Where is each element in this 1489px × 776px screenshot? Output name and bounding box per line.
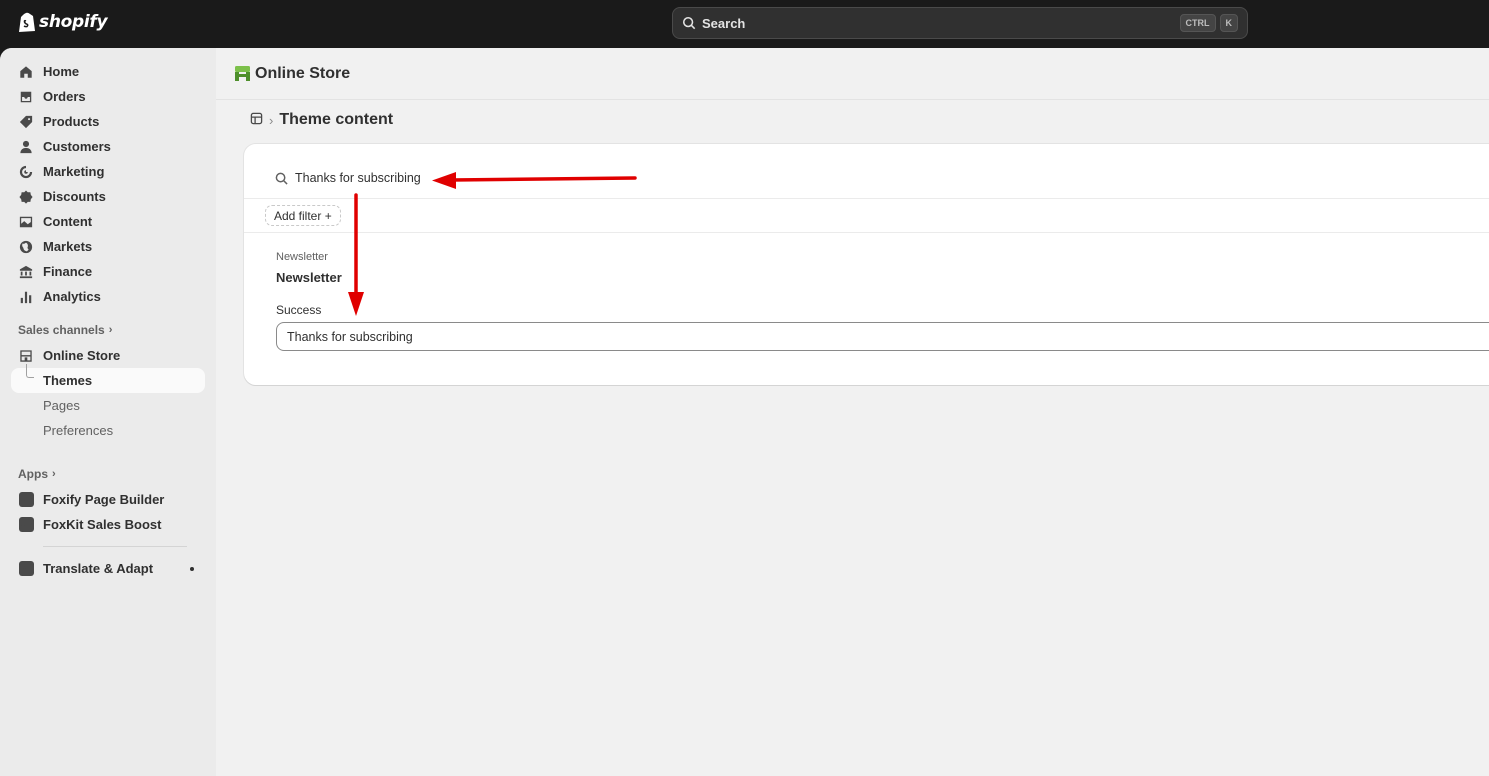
main-content: Online Store › Theme content Thanks for … — [216, 48, 1489, 776]
sidebar-item-marketing[interactable]: Marketing — [0, 159, 216, 184]
sidebar: Home Orders Products Customers Marketing… — [0, 48, 216, 776]
sidebar-item-label: Markets — [43, 239, 93, 254]
chevron-right-icon: › — [52, 468, 56, 480]
section-group-label: Newsletter — [276, 251, 328, 263]
apps-label: Apps — [18, 467, 48, 481]
sidebar-item-home[interactable]: Home — [0, 59, 216, 84]
top-bar: shopify Search CTRL K — [0, 0, 1489, 48]
sidebar-item-discounts[interactable]: Discounts — [0, 184, 216, 209]
content-search-value: Thanks for subscribing — [295, 171, 421, 185]
sidebar-item-customers[interactable]: Customers — [0, 134, 216, 159]
sidebar-subitem-label: Themes — [43, 373, 93, 388]
sidebar-item-finance[interactable]: Finance — [0, 259, 216, 284]
bar-chart-icon — [18, 289, 34, 305]
sidebar-subitem-label: Preferences — [43, 423, 114, 438]
bank-icon — [18, 264, 34, 280]
app-icon — [18, 492, 34, 508]
shopify-logo[interactable]: shopify — [18, 11, 108, 33]
tag-icon — [18, 114, 34, 130]
admin-shell: Home Orders Products Customers Marketing… — [0, 48, 1489, 776]
sidebar-app-foxkit[interactable]: FoxKit Sales Boost — [0, 512, 216, 537]
sidebar-app-translate-adapt[interactable]: Translate & Adapt — [0, 556, 216, 581]
sidebar-item-products[interactable]: Products — [0, 109, 216, 134]
search-icon — [275, 172, 288, 185]
search-placeholder: Search — [702, 15, 746, 31]
shortcut-keys: CTRL K — [1179, 14, 1238, 32]
sidebar-item-label: Analytics — [43, 289, 101, 304]
sidebar-item-label: Customers — [43, 139, 111, 154]
translate-icon — [18, 561, 34, 577]
storefront-icon — [18, 348, 34, 364]
globe-icon — [18, 239, 34, 255]
shortcut-key-ctrl: CTRL — [1179, 14, 1216, 32]
tree-connector — [26, 364, 34, 378]
app-label: Translate & Adapt — [43, 561, 154, 576]
global-search-bar[interactable]: Search CTRL K — [672, 7, 1248, 39]
target-icon — [18, 164, 34, 180]
success-text-input[interactable] — [276, 322, 1489, 351]
sidebar-item-label: Discounts — [43, 189, 106, 204]
filter-row: Add filter + — [244, 199, 1489, 233]
sidebar-item-content[interactable]: Content — [0, 209, 216, 234]
inbox-icon — [18, 89, 34, 105]
breadcrumb-separator-icon: › — [269, 112, 274, 128]
theme-layout-icon[interactable] — [250, 112, 263, 128]
add-filter-button[interactable]: Add filter + — [265, 205, 341, 226]
chevron-right-icon: › — [108, 324, 113, 336]
person-icon — [18, 139, 34, 155]
sidebar-subitem-label: Pages — [43, 398, 80, 413]
shortcut-key-k: K — [1219, 14, 1238, 32]
online-store-icon — [235, 66, 250, 81]
section-group-title: Newsletter — [276, 270, 342, 285]
sidebar-item-label: Content — [43, 214, 93, 229]
app-icon — [18, 517, 34, 533]
theme-content-card: Thanks for subscribing Add filter + News… — [244, 144, 1489, 385]
image-icon — [18, 214, 34, 230]
sidebar-item-label: Home — [43, 64, 80, 79]
sidebar-subitem-pages[interactable]: Pages — [0, 393, 216, 418]
sidebar-subitem-themes[interactable]: Themes — [11, 364, 205, 393]
sidebar-item-analytics[interactable]: Analytics — [0, 284, 216, 309]
app-label: FoxKit Sales Boost — [43, 517, 162, 532]
logo-text: shopify — [39, 12, 108, 32]
apps-header[interactable]: Apps › — [0, 463, 216, 485]
sidebar-item-label: Marketing — [43, 164, 105, 179]
sidebar-subitem-preferences[interactable]: Preferences — [0, 418, 216, 443]
notification-dot — [190, 567, 194, 571]
sidebar-item-markets[interactable]: Markets — [0, 234, 216, 259]
content-search-field[interactable]: Thanks for subscribing — [244, 144, 1489, 199]
sidebar-item-label: Products — [43, 114, 100, 129]
sidebar-divider — [43, 546, 187, 547]
breadcrumb: › Theme content — [250, 111, 393, 129]
search-icon — [682, 16, 696, 30]
shopify-bag-icon — [19, 12, 35, 32]
success-field-label: Success — [276, 303, 322, 317]
app-label: Foxify Page Builder — [43, 492, 165, 507]
sidebar-app-foxify[interactable]: Foxify Page Builder — [0, 487, 216, 512]
sidebar-item-orders[interactable]: Orders — [0, 84, 216, 109]
sidebar-item-label: Online Store — [43, 348, 121, 363]
page-title: Online Store — [255, 64, 351, 82]
home-icon — [18, 64, 34, 80]
sidebar-item-label: Finance — [43, 264, 93, 279]
breadcrumb-title: Theme content — [279, 111, 394, 128]
sales-channels-label: Sales channels — [18, 323, 105, 337]
page-header: Online Store — [216, 48, 1489, 100]
sidebar-item-label: Orders — [43, 89, 86, 104]
sales-channels-header[interactable]: Sales channels › — [0, 319, 216, 341]
discount-icon — [18, 189, 34, 205]
